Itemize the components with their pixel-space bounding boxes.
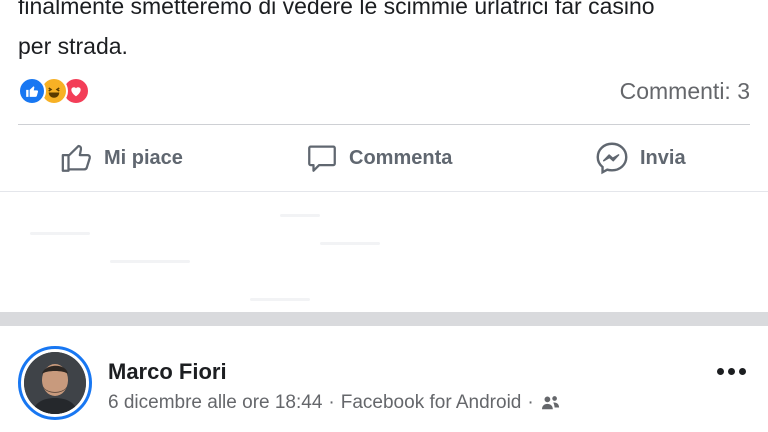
author-name[interactable]: Marco Fiori <box>108 359 227 385</box>
next-post-header: Marco Fiori 6 dicembre alle ore 18:44 · … <box>0 326 768 432</box>
post-timestamp[interactable]: 6 dicembre alle ore 18:44 <box>108 392 322 414</box>
comment-icon <box>308 145 336 172</box>
blurred-comment <box>320 242 380 245</box>
more-options-button[interactable] <box>717 368 746 375</box>
like-label: Mi piace <box>104 146 183 169</box>
friends-icon <box>541 396 559 410</box>
post-text: finalmente smetteremo di vedere le scimm… <box>18 0 758 66</box>
post-actions: Mi piace Commenta Invia <box>0 130 768 186</box>
dot-icon <box>728 368 735 375</box>
post-text-line-1: finalmente smetteremo di vedere le scimm… <box>18 0 655 19</box>
feed-separator <box>0 312 768 326</box>
blurred-comment <box>110 260 190 263</box>
blurred-comment <box>280 214 320 217</box>
send-label: Invia <box>640 146 686 169</box>
post-text-line-2: per strada. <box>18 33 128 59</box>
like-icon <box>18 77 46 105</box>
meta-separator: · <box>527 392 534 413</box>
dot-icon <box>717 368 724 375</box>
divider <box>18 124 750 125</box>
avatar[interactable] <box>18 346 92 420</box>
blurred-comment <box>250 298 310 301</box>
blurred-comment <box>30 232 90 235</box>
meta-separator: · <box>328 392 335 413</box>
comment-button[interactable]: Commenta <box>305 130 452 186</box>
comment-label: Commenta <box>349 146 453 169</box>
comments-section <box>0 192 768 310</box>
send-button[interactable]: Invia <box>594 130 686 186</box>
like-button[interactable]: Mi piace <box>60 130 183 186</box>
comments-count[interactable]: Commenti: 3 <box>620 76 750 106</box>
thumbs-up-icon <box>61 144 91 172</box>
avatar-photo <box>24 352 86 414</box>
post-meta: 6 dicembre alle ore 18:44 · Facebook for… <box>108 392 562 414</box>
reaction-summary[interactable] <box>18 76 90 106</box>
dot-icon <box>739 368 746 375</box>
post-source: Facebook for Android <box>340 392 522 413</box>
messenger-icon <box>596 142 628 175</box>
